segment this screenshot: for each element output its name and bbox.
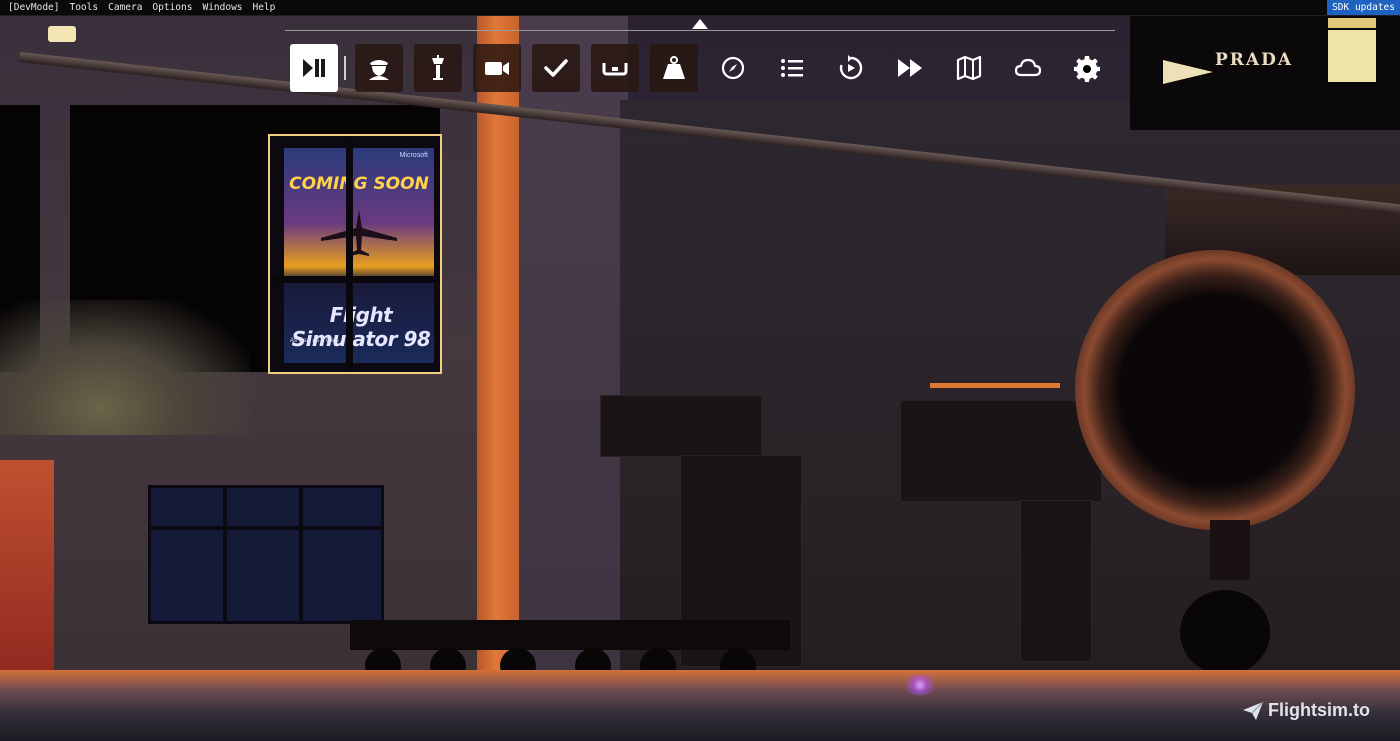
navlog-button[interactable] xyxy=(709,44,757,92)
menu-help[interactable]: Help xyxy=(248,0,281,15)
toolbar-collapse-caret[interactable] xyxy=(692,19,708,29)
list-icon xyxy=(781,59,803,77)
watermark-text: Flightsim.to xyxy=(1268,700,1370,720)
lit-panel xyxy=(1328,30,1376,82)
equipment xyxy=(600,395,762,457)
weight-button[interactable] xyxy=(650,44,698,92)
poster-headline: COMING SOON xyxy=(289,174,429,194)
paper-plane-icon xyxy=(1243,701,1264,720)
cloud-icon xyxy=(1014,58,1042,77)
menu-tools[interactable]: Tools xyxy=(64,0,103,15)
replay-button[interactable] xyxy=(827,44,875,92)
sim-toolbar xyxy=(290,44,1122,92)
weather-button[interactable] xyxy=(1004,44,1052,92)
window-mullion xyxy=(223,488,227,621)
yoke-icon xyxy=(602,63,628,76)
toolbar-separator xyxy=(344,56,346,80)
play-pause-icon xyxy=(303,59,325,77)
map-icon xyxy=(956,55,982,81)
sdk-updates-button[interactable]: SDK updates xyxy=(1327,0,1400,15)
settings-button[interactable] xyxy=(1063,44,1111,92)
compass-icon xyxy=(721,56,745,80)
menu-devmode[interactable]: [DevMode] xyxy=(0,0,64,15)
objectives-button[interactable] xyxy=(768,44,816,92)
video-camera-icon xyxy=(485,62,509,75)
baggage-cart xyxy=(350,620,790,650)
lit-panel xyxy=(1328,18,1376,28)
fast-forward-icon xyxy=(898,59,922,77)
watermark: Flightsim.to xyxy=(1242,700,1370,721)
equipment xyxy=(900,400,1102,502)
landing-gear-strut xyxy=(1210,520,1250,580)
store-sign: PRADA xyxy=(1215,50,1294,70)
camera-button[interactable] xyxy=(473,44,521,92)
replay-icon xyxy=(839,55,863,80)
menu-windows[interactable]: Windows xyxy=(197,0,247,15)
pause-play-button[interactable] xyxy=(290,44,338,92)
poster-art: Microsoft COMING SOON Flight Simulator 9… xyxy=(284,148,434,363)
vfr-map-button[interactable] xyxy=(945,44,993,92)
control-tower-icon xyxy=(432,55,444,80)
checklist-button[interactable] xyxy=(532,44,580,92)
equipment xyxy=(1020,500,1092,662)
checkmark-icon xyxy=(544,59,568,77)
sign-light xyxy=(1163,60,1213,84)
window-mullion xyxy=(346,136,353,372)
menu-camera[interactable]: Camera xyxy=(103,0,147,15)
poster-brand: Microsoft xyxy=(399,152,428,159)
toolbar-divider xyxy=(285,30,1115,31)
dev-menu-bar: [DevMode] Tools Camera Options Windows H… xyxy=(0,0,1400,16)
fs98-poster: Microsoft COMING SOON Flight Simulator 9… xyxy=(268,134,442,374)
lit-area xyxy=(0,300,250,435)
window-mullion xyxy=(299,488,303,621)
gear-icon xyxy=(1074,56,1100,82)
poster-subtitle: As Real As It Gets xyxy=(290,338,339,344)
pilot-button[interactable] xyxy=(355,44,403,92)
weight-icon xyxy=(663,56,685,79)
lower-window xyxy=(148,485,384,624)
light-strip xyxy=(930,383,1060,388)
menu-options[interactable]: Options xyxy=(147,0,197,15)
pilot-icon xyxy=(369,60,389,80)
jet-engine xyxy=(1075,250,1355,530)
controls-button[interactable] xyxy=(591,44,639,92)
atc-button[interactable] xyxy=(414,44,462,92)
sim-rate-button[interactable] xyxy=(886,44,934,92)
window-transom xyxy=(151,526,381,530)
airplane-illustration xyxy=(321,210,397,256)
aircraft-wheel xyxy=(1180,590,1270,675)
window-transom xyxy=(270,276,440,283)
apron-ground xyxy=(0,670,1400,741)
lit-doorway xyxy=(0,460,54,680)
ground-light xyxy=(900,675,940,695)
ceiling-lamp xyxy=(48,26,76,42)
simulator-viewport[interactable]: Microsoft COMING SOON Flight Simulator 9… xyxy=(0,0,1400,741)
